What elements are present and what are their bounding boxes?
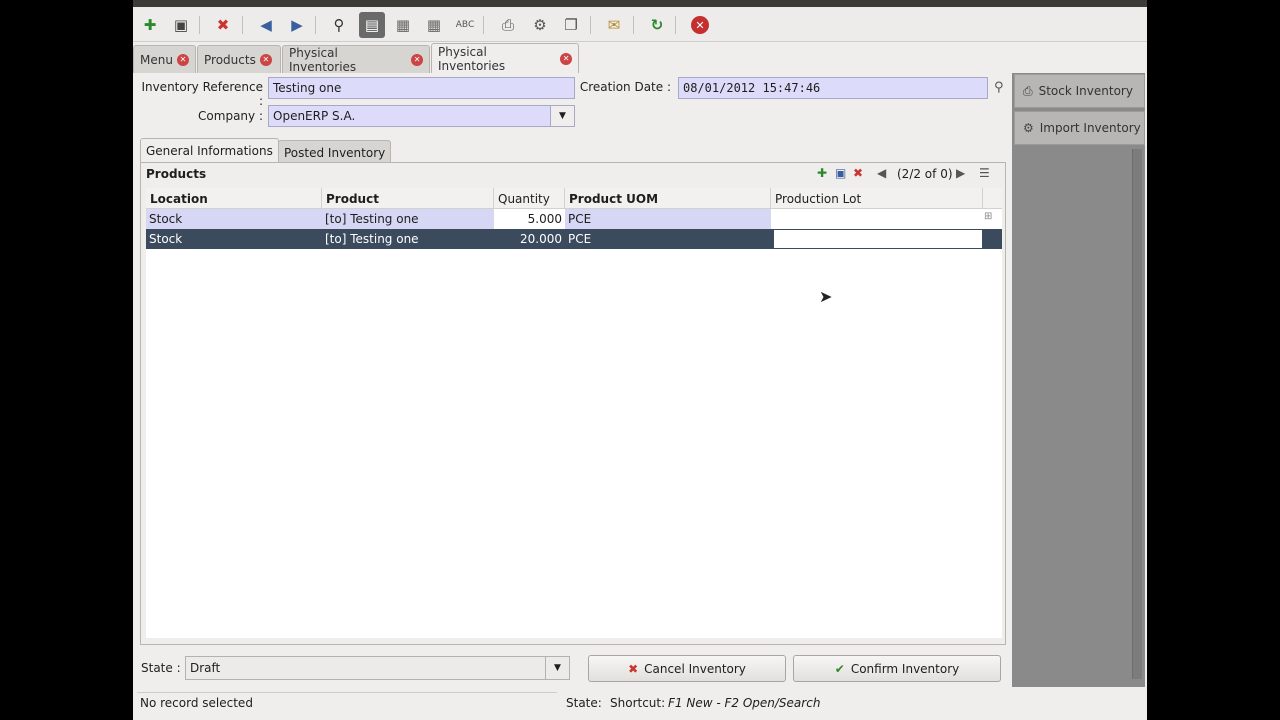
inventory-reference-label: Inventory Reference : bbox=[141, 80, 263, 108]
gear-icon: ⚙ bbox=[1023, 121, 1034, 135]
new-line-icon[interactable]: ✚ bbox=[817, 166, 827, 180]
state-label: State : bbox=[141, 661, 181, 675]
cancel-inventory-button[interactable]: ✖ Cancel Inventory bbox=[588, 655, 786, 682]
status-state-label: State: bbox=[566, 696, 602, 710]
find-icon[interactable]: ⚲ bbox=[326, 12, 352, 38]
tab-menu[interactable]: Menu ✕ bbox=[133, 45, 196, 73]
close-icon[interactable]: ✕ bbox=[687, 12, 713, 38]
shortcut-value: F1 New - F2 Open/Search bbox=[668, 696, 821, 710]
switch-view-icon[interactable]: ☰ bbox=[979, 166, 990, 180]
divider bbox=[137, 692, 557, 693]
close-tab-icon[interactable]: ✕ bbox=[560, 52, 572, 65]
tab-physical-inventories-1[interactable]: Physical Inventories ✕ bbox=[282, 45, 430, 74]
cell-quantity: 20.000 bbox=[520, 232, 562, 246]
status-message: No record selected bbox=[140, 696, 253, 710]
chevron-down-icon[interactable]: ▼ bbox=[545, 657, 569, 679]
reload-icon[interactable]: ↻ bbox=[644, 12, 670, 38]
column-production-lot[interactable]: Production Lot bbox=[771, 188, 983, 209]
table-row[interactable]: Stock [to] Testing one 20.000 PCE bbox=[146, 229, 1002, 249]
close-tab-icon[interactable]: ✕ bbox=[259, 53, 272, 66]
table-row[interactable]: Stock [to] Testing one 5.000 PCE ⊞ bbox=[146, 209, 1002, 229]
tab-label: Menu bbox=[140, 52, 173, 67]
column-location[interactable]: Location bbox=[146, 188, 322, 209]
save-icon[interactable]: ▣ bbox=[168, 12, 194, 38]
inventory-reference-field[interactable]: Testing one bbox=[268, 77, 575, 99]
next-page-icon[interactable]: ▶ bbox=[956, 166, 965, 180]
cell-product: [to] Testing one bbox=[325, 212, 419, 226]
list-view-icon[interactable]: ▦ bbox=[390, 12, 416, 38]
tab-bar: Menu ✕ Products ✕ Physical Inventories ✕… bbox=[133, 43, 1147, 74]
attachment-icon[interactable]: ❐ bbox=[558, 12, 584, 38]
company-label: Company : bbox=[198, 109, 263, 123]
grid-header: Location Product Quantity Product UOM Pr… bbox=[146, 188, 1002, 209]
main-window: ✚ ▣ ✖ ◀ ▶ ⚲ ▤ ▦ ▦ ABC ⎙ ⚙ ❐ ✉ ↻ ✕ Menu ✕… bbox=[133, 0, 1147, 720]
delete-icon[interactable]: ✖ bbox=[210, 12, 236, 38]
sidebar-item-label: Stock Inventory bbox=[1038, 84, 1133, 98]
confirm-inventory-label: Confirm Inventory bbox=[850, 661, 960, 676]
tab-products[interactable]: Products ✕ bbox=[197, 45, 281, 73]
next-icon[interactable]: ▶ bbox=[284, 12, 310, 38]
close-tab-icon[interactable]: ✕ bbox=[176, 53, 189, 66]
confirm-inventory-button[interactable]: ✔ Confirm Inventory bbox=[793, 655, 1001, 682]
check-icon: ✔ bbox=[834, 661, 845, 676]
column-product-uom[interactable]: Product UOM bbox=[565, 188, 771, 209]
previous-icon[interactable]: ◀ bbox=[253, 12, 279, 38]
state-value: Draft bbox=[190, 661, 221, 675]
pager-text: (2/2 of 0) bbox=[897, 167, 953, 181]
state-select[interactable]: Draft ▼ bbox=[185, 656, 570, 680]
cell-lot[interactable] bbox=[773, 229, 983, 249]
mouse-pointer-icon: ➤ bbox=[819, 287, 833, 306]
delete-line-icon[interactable]: ✖ bbox=[853, 166, 863, 180]
status-bar: No record selected State: Shortcut: F1 N… bbox=[133, 690, 1147, 718]
shortcut-label: Shortcut: bbox=[610, 696, 666, 710]
column-quantity[interactable]: Quantity bbox=[494, 188, 565, 209]
sidebar-scrollbar[interactable] bbox=[1132, 149, 1142, 679]
print-icon: ⎙ bbox=[1023, 83, 1033, 98]
cell-location: Stock bbox=[149, 212, 183, 226]
products-title: Products bbox=[146, 167, 207, 181]
cell-product: [to] Testing one bbox=[325, 232, 419, 246]
form-view-icon[interactable]: ▤ bbox=[359, 12, 385, 38]
spellcheck-icon[interactable]: ABC bbox=[452, 12, 478, 38]
request-icon[interactable]: ✉ bbox=[601, 12, 627, 38]
title-bar bbox=[133, 0, 1147, 7]
calendar-view-icon[interactable]: ▦ bbox=[421, 12, 447, 38]
cell-uom: PCE bbox=[568, 232, 592, 246]
sidebar: ⎙ Stock Inventory ⚙ Import Inventory bbox=[1012, 73, 1145, 687]
tab-general-informations[interactable]: General Informations bbox=[140, 138, 279, 163]
company-value: OpenERP S.A. bbox=[273, 109, 356, 123]
tab-posted-inventory[interactable]: Posted Inventory bbox=[278, 140, 392, 164]
general-informations-panel: Products ✚ ▣ ✖ ◀ (2/2 of 0) ▶ ☰ Location… bbox=[140, 162, 1006, 645]
products-grid: Location Product Quantity Product UOM Pr… bbox=[146, 188, 1002, 638]
tab-label: Physical Inventories bbox=[289, 45, 357, 74]
sidebar-item-label: Import Inventory bbox=[1039, 121, 1141, 135]
cell-quantity: 5.000 bbox=[494, 209, 565, 229]
row-edit-icon[interactable]: ⊞ bbox=[984, 211, 992, 222]
sidebar-item-stock-inventory[interactable]: ⎙ Stock Inventory bbox=[1014, 74, 1145, 108]
chevron-down-icon[interactable]: ▼ bbox=[550, 106, 574, 126]
tab-label: Products bbox=[204, 52, 256, 67]
cell-location: Stock bbox=[149, 232, 183, 246]
creation-date-field[interactable]: 08/01/2012 15:47:46 bbox=[678, 77, 988, 99]
cancel-inventory-label: Cancel Inventory bbox=[644, 661, 746, 676]
cell-lot bbox=[771, 209, 1002, 229]
print-icon[interactable]: ⎙ bbox=[495, 12, 521, 38]
close-tab-icon[interactable]: ✕ bbox=[411, 53, 423, 66]
new-icon[interactable]: ✚ bbox=[137, 12, 163, 38]
sidebar-item-import-inventory[interactable]: ⚙ Import Inventory bbox=[1014, 111, 1145, 145]
tab-physical-inventories-2[interactable]: Physical Inventories ✕ bbox=[431, 43, 579, 73]
column-product[interactable]: Product bbox=[322, 188, 494, 209]
company-select[interactable]: OpenERP S.A. ▼ bbox=[268, 105, 575, 127]
date-picker-icon[interactable]: ⚲ bbox=[994, 80, 1004, 95]
tab-label: Physical Inventories bbox=[438, 44, 506, 73]
cancel-icon: ✖ bbox=[628, 661, 639, 676]
creation-date-label: Creation Date : bbox=[579, 80, 671, 94]
action-icon[interactable]: ⚙ bbox=[527, 12, 553, 38]
save-line-icon[interactable]: ▣ bbox=[835, 166, 846, 180]
previous-page-icon[interactable]: ◀ bbox=[877, 166, 886, 180]
cell-uom: PCE bbox=[568, 212, 592, 226]
toolbar: ✚ ▣ ✖ ◀ ▶ ⚲ ▤ ▦ ▦ ABC ⎙ ⚙ ❐ ✉ ↻ ✕ bbox=[133, 7, 1147, 42]
